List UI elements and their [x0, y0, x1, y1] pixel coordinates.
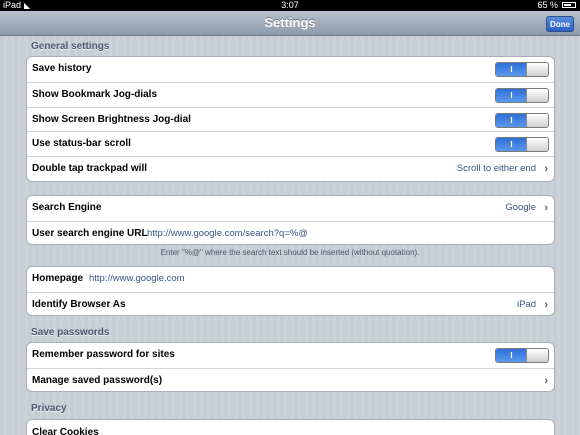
remember-password-toggle[interactable]: I: [495, 348, 549, 363]
brightness-jog-row[interactable]: Show Screen Brightness Jog-dial I: [27, 106, 554, 132]
toggle-on-indicator: I: [496, 349, 527, 362]
chevron-right-icon: ›: [544, 163, 548, 176]
browser-group: Homepage http://www.google.com Identify …: [26, 266, 555, 316]
done-button[interactable]: Done: [546, 16, 574, 32]
clock: 3:07: [281, 0, 299, 10]
section-header-save-passwords: Save passwords: [31, 327, 110, 338]
identify-browser-value: iPad: [516, 298, 536, 310]
status-bar: iPad ◣ 3:07 65 %: [0, 0, 580, 11]
section-header-privacy: Privacy: [31, 403, 67, 414]
brightness-jog-label: Show Screen Brightness Jog-dial: [32, 113, 191, 125]
double-tap-row[interactable]: Double tap trackpad will Scroll to eithe…: [27, 156, 554, 181]
chevron-right-icon: ›: [544, 298, 548, 311]
toggle-knob: [526, 63, 548, 76]
toggle-on-indicator: I: [496, 113, 527, 127]
homepage-label: Homepage: [32, 273, 84, 284]
chevron-right-icon: ›: [544, 202, 548, 214]
toggle-on-indicator: I: [496, 138, 527, 152]
battery-percent: 65 %: [537, 0, 558, 10]
homepage-row[interactable]: Homepage http://www.google.com: [27, 267, 554, 292]
search-url-label: User search engine URL: [32, 227, 148, 239]
bookmark-jog-row[interactable]: Show Bookmark Jog-dials I: [27, 81, 554, 107]
save-history-label: Save history: [32, 63, 92, 74]
toggle-knob: [526, 113, 548, 127]
search-url-field[interactable]: http://www.google.com/search?q=%@: [147, 222, 308, 244]
status-bar-scroll-row[interactable]: Use status-bar scroll I: [27, 131, 554, 156]
status-bar-scroll-toggle[interactable]: I: [495, 137, 549, 153]
identify-browser-label: Identify Browser As: [32, 298, 126, 310]
passwords-group: Remember password for sites I Manage sav…: [26, 342, 555, 392]
manage-passwords-row[interactable]: Manage saved password(s) ›: [27, 367, 554, 391]
save-history-toggle[interactable]: I: [495, 62, 549, 77]
toggle-knob: [526, 138, 548, 152]
status-bar-scroll-label: Use status-bar scroll: [32, 138, 131, 150]
toggle-on-indicator: I: [496, 63, 527, 76]
search-engine-group: Search Engine Google › User search engin…: [26, 195, 555, 245]
privacy-group: Clear Cookies: [26, 419, 555, 435]
chevron-right-icon: ›: [544, 374, 548, 387]
toggle-on-indicator: I: [496, 88, 527, 102]
toggle-knob: [526, 88, 548, 102]
double-tap-value: Scroll to either end: [456, 163, 536, 175]
search-engine-label: Search Engine: [32, 202, 102, 213]
page-title: Settings: [264, 15, 316, 30]
search-engine-value: Google: [505, 202, 536, 213]
identify-browser-row[interactable]: Identify Browser As iPad ›: [27, 291, 554, 315]
general-settings-group: Save history I Show Bookmark Jog-dials I…: [26, 56, 555, 182]
settings-list[interactable]: General settings Save history I Show Boo…: [0, 36, 580, 435]
navigation-bar: Settings Done: [0, 11, 580, 36]
remember-password-row[interactable]: Remember password for sites I: [27, 343, 554, 368]
remember-password-label: Remember password for sites: [32, 349, 175, 360]
save-history-row[interactable]: Save history I: [27, 57, 554, 82]
toggle-knob: [526, 349, 548, 362]
brightness-jog-toggle[interactable]: I: [495, 112, 549, 128]
search-url-hint: Enter "%@" where the search text should …: [160, 248, 420, 257]
search-engine-row[interactable]: Search Engine Google ›: [27, 196, 554, 221]
search-url-row[interactable]: User search engine URL http://www.google…: [27, 220, 554, 244]
section-header-general: General settings: [31, 41, 110, 52]
clear-cookies-row[interactable]: Clear Cookies: [27, 420, 554, 435]
clear-cookies-label: Clear Cookies: [32, 427, 99, 435]
bookmark-jog-toggle[interactable]: I: [495, 87, 549, 103]
homepage-field[interactable]: http://www.google.com: [89, 267, 185, 291]
battery-icon: [562, 2, 576, 8]
double-tap-label: Double tap trackpad will: [32, 163, 148, 175]
manage-passwords-label: Manage saved password(s): [32, 374, 163, 386]
bookmark-jog-label: Show Bookmark Jog-dials: [32, 88, 158, 100]
